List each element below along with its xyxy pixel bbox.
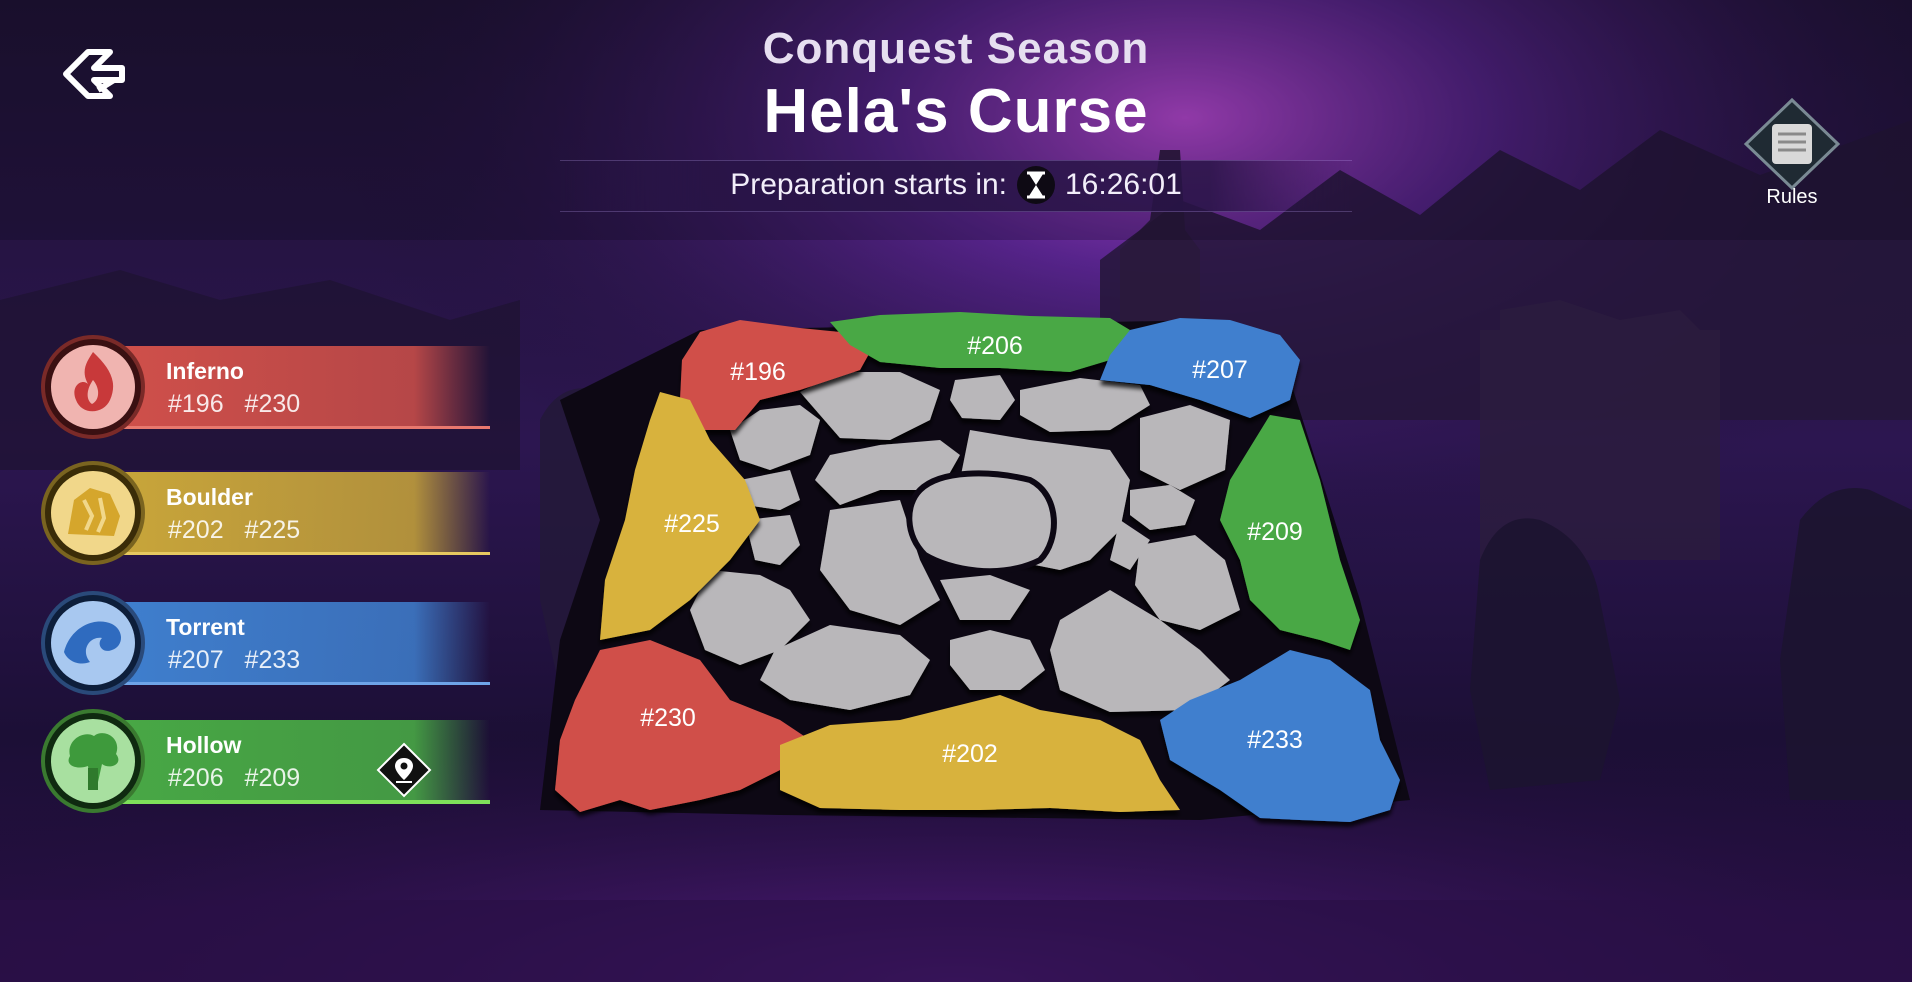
region-label-196: #196	[730, 358, 786, 386]
region-label-225: #225	[664, 510, 720, 538]
region-label-207: #207	[1192, 356, 1248, 384]
region-label-206: #206	[967, 332, 1023, 360]
region-label-209: #209	[1247, 518, 1303, 546]
center-cell[interactable]	[906, 470, 1057, 575]
region-label-233: #233	[1247, 726, 1303, 754]
conquest-map: #196 #206 #207 #225 #209 #230 #202 #233	[540, 312, 1410, 822]
region-label-202: #202	[942, 740, 998, 768]
region-label-230: #230	[640, 704, 696, 732]
center-ring	[906, 470, 1057, 575]
